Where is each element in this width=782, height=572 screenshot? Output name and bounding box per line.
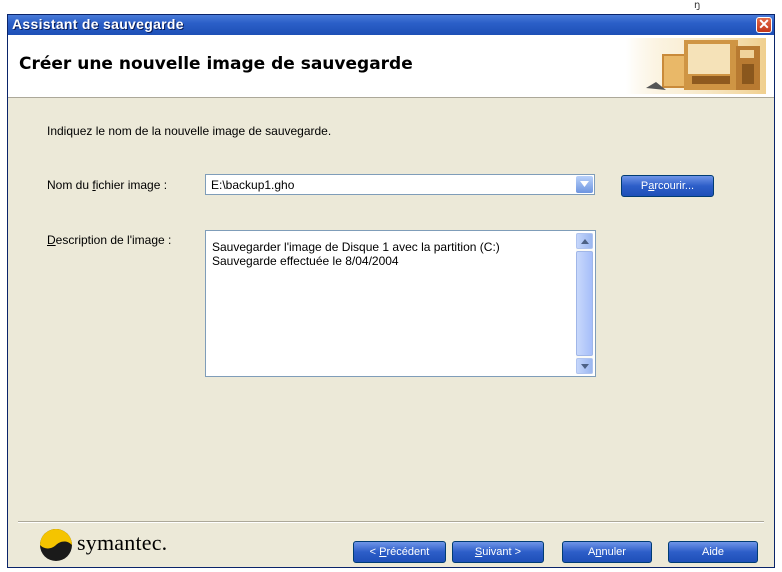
symantec-logo-icon	[40, 529, 72, 561]
corner-mark: ŋ	[694, 0, 701, 11]
scroll-down-button[interactable]	[576, 358, 593, 374]
wizard-header: Créer une nouvelle image de sauvegarde	[8, 35, 774, 98]
filename-combobox[interactable]: E:\backup1.gho	[205, 174, 595, 195]
next-button[interactable]: Suivant >	[452, 541, 544, 563]
previous-button[interactable]: < Précédent	[353, 541, 446, 563]
description-value: Sauvegarder l'image de Disque 1 avec la …	[212, 240, 500, 268]
filename-label: Nom du fichier image :	[47, 178, 168, 192]
chevron-down-icon	[580, 181, 589, 187]
scroll-down-icon	[581, 364, 589, 369]
page-title: Créer une nouvelle image de sauvegarde	[19, 54, 413, 74]
close-icon: ✕	[758, 16, 770, 32]
browse-button[interactable]: Parcourir...	[621, 175, 714, 197]
backup-devices-illustration	[626, 38, 766, 94]
symantec-logo: symantec.	[39, 527, 219, 561]
help-button[interactable]: Aide	[668, 541, 758, 563]
close-button[interactable]: ✕	[756, 17, 772, 33]
cancel-button[interactable]: Annuler	[562, 541, 652, 563]
logo-text: symantec.	[77, 530, 168, 555]
filename-value: E:\backup1.gho	[211, 178, 295, 192]
dropdown-button[interactable]	[576, 176, 593, 193]
description-label: Description de l'image :	[47, 233, 172, 247]
title-bar[interactable]: Assistant de sauvegarde ✕	[8, 15, 774, 35]
instruction-text: Indiquez le nom de la nouvelle image de …	[47, 124, 332, 138]
scroll-thumb[interactable]	[576, 251, 593, 356]
description-scrollbar[interactable]	[576, 233, 593, 374]
scroll-up-icon	[581, 239, 589, 244]
window-title: Assistant de sauvegarde	[12, 16, 184, 32]
footer-divider	[18, 521, 764, 523]
description-textarea[interactable]: Sauvegarder l'image de Disque 1 avec la …	[205, 230, 596, 377]
scroll-up-button[interactable]	[576, 233, 593, 249]
wizard-window: Assistant de sauvegarde ✕ Créer une nouv…	[7, 14, 775, 568]
